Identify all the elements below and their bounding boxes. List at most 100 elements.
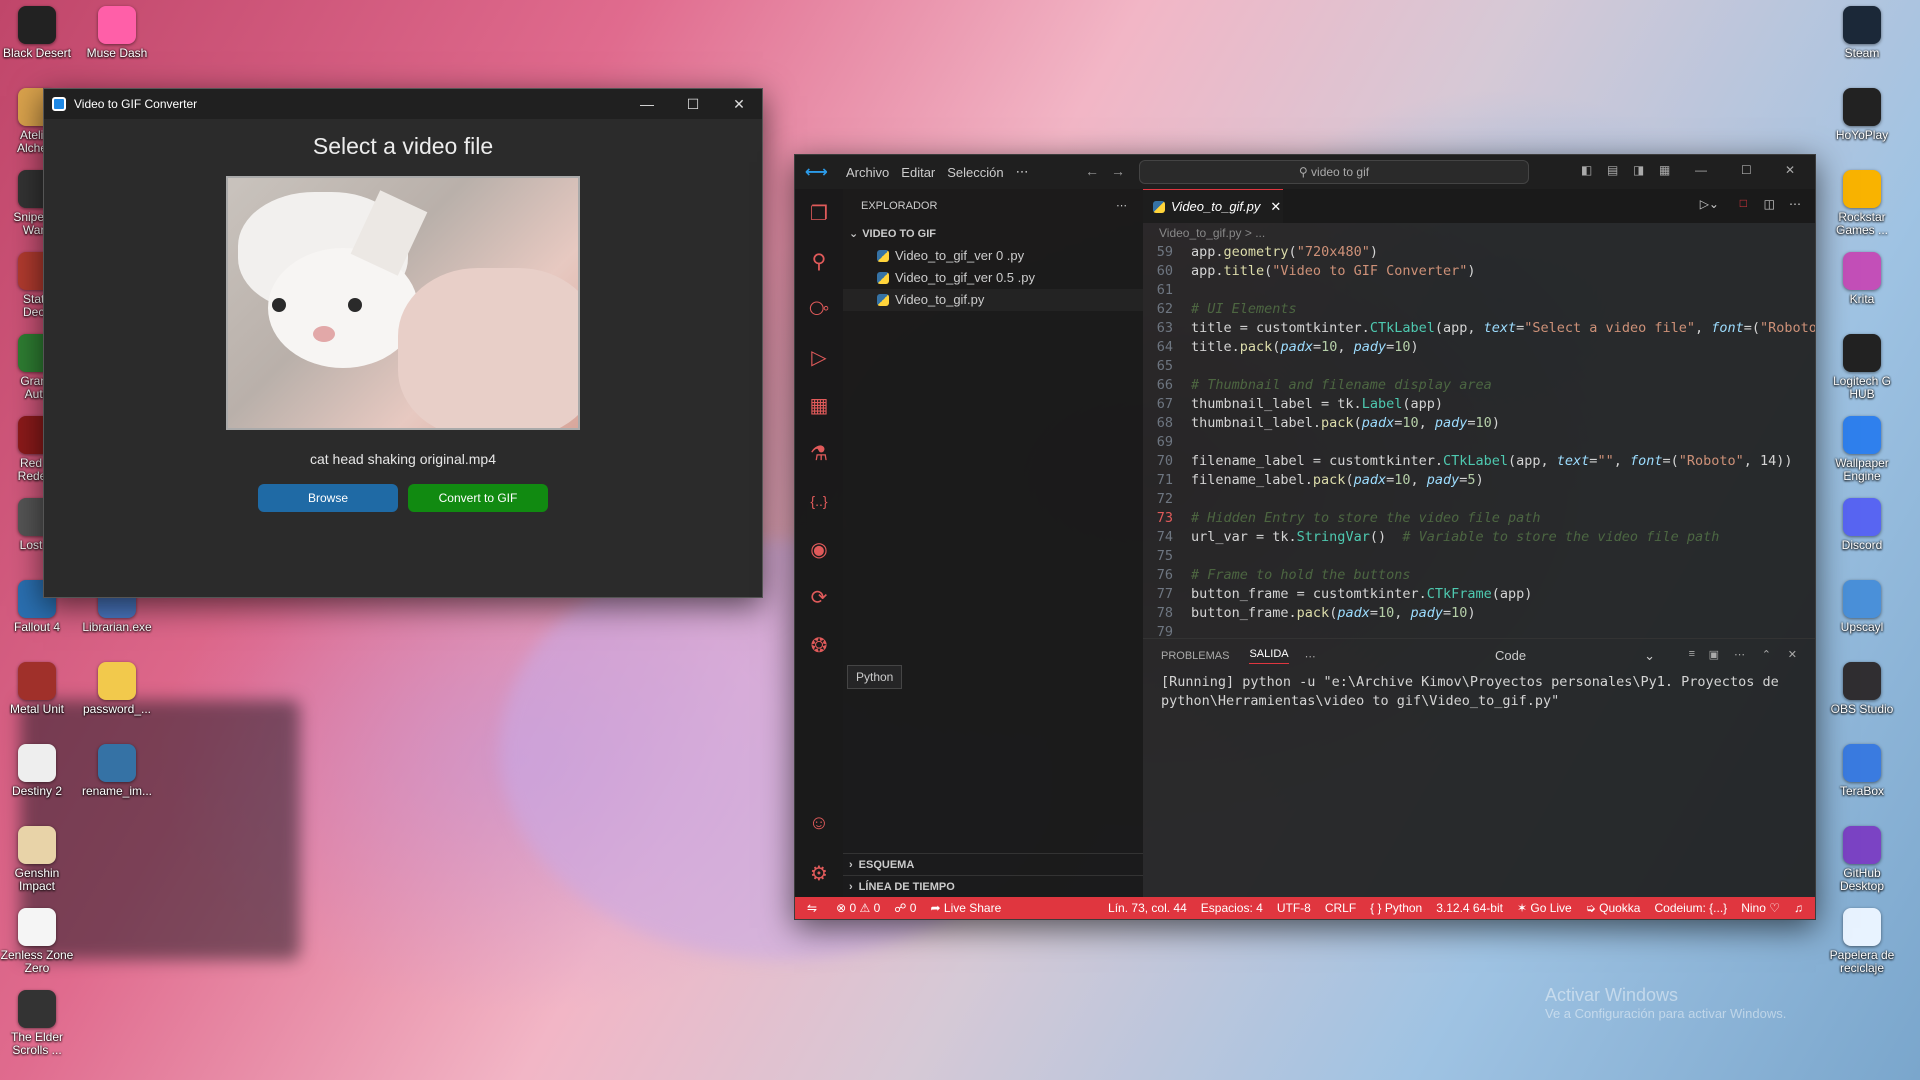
code-line[interactable]: 70 filename_label = customtkinter.CTkLabe…: [1143, 452, 1815, 471]
folder-video-to-gif[interactable]: ⌄ VIDEO TO GIF: [843, 223, 1143, 245]
explorer-icon[interactable]: ❐: [795, 189, 843, 237]
code-line[interactable]: 67 thumbnail_label = tk.Label(app): [1143, 395, 1815, 414]
indentation[interactable]: Espacios: 4: [1194, 901, 1270, 915]
browse-button[interactable]: Browse: [258, 484, 398, 512]
customize-layout-icon[interactable]: ▦: [1659, 163, 1670, 177]
desktop-icon[interactable]: GitHub Desktop: [1822, 826, 1902, 893]
gif-window-titlebar[interactable]: Video to GIF Converter — ☐ ✕: [44, 89, 762, 119]
desktop-icon[interactable]: Krita: [1822, 252, 1902, 306]
remote-icon[interactable]: ⟳: [795, 573, 843, 621]
file-item[interactable]: Video_to_gif_ver 0 .py: [843, 245, 1143, 267]
tab-close-icon[interactable]: ✕: [1270, 199, 1281, 215]
remote-indicator-icon[interactable]: ⇋: [795, 901, 829, 915]
user-status[interactable]: Nino ♡: [1734, 901, 1787, 915]
convert-to-gif-button[interactable]: Convert to GIF: [408, 484, 548, 512]
code-line[interactable]: 76 # Frame to hold the buttons: [1143, 566, 1815, 585]
codeium-status[interactable]: Codeium: {...}: [1647, 901, 1734, 915]
desktop-icon[interactable]: Wallpaper Engine: [1822, 416, 1902, 483]
editor-more-icon[interactable]: ⋯: [1789, 197, 1801, 211]
menu-editar[interactable]: Editar: [895, 165, 941, 180]
python-interpreter[interactable]: 3.12.4 64-bit: [1429, 901, 1510, 915]
outline-section[interactable]: › ESQUEMA: [843, 853, 1143, 875]
split-editor-icon[interactable]: ◫: [1764, 197, 1775, 211]
close-icon[interactable]: ✕: [1785, 163, 1795, 177]
desktop-icon[interactable]: Black Desert: [0, 6, 77, 60]
go-live-status[interactable]: ✶ Go Live: [1510, 901, 1579, 915]
code-line[interactable]: 78 button_frame.pack(padx=10, pady=10): [1143, 604, 1815, 623]
desktop-icon[interactable]: rename_im...: [77, 744, 157, 798]
desktop-icon[interactable]: Rockstar Games ...: [1822, 170, 1902, 237]
code-line[interactable]: 77 button_frame = customtkinter.CTkFrame(…: [1143, 585, 1815, 604]
toggle-secondary-sidebar-icon[interactable]: ◨: [1633, 163, 1644, 177]
extensions-icon[interactable]: ▦: [795, 381, 843, 429]
code-line[interactable]: 65: [1143, 357, 1815, 376]
desktop-icon[interactable]: HoYoPlay: [1822, 88, 1902, 142]
code-line[interactable]: 74 url_var = tk.StringVar() # Variable to…: [1143, 528, 1815, 547]
code-line[interactable]: 63 title = customtkinter.CTkLabel(app, te…: [1143, 319, 1815, 338]
desktop-icon[interactable]: Metal Unit: [0, 662, 77, 716]
timeline-section[interactable]: › LÍNEA DE TIEMPO: [843, 875, 1143, 897]
menu-archivo[interactable]: Archivo: [840, 165, 895, 180]
run-icon[interactable]: ▷⌄: [1700, 197, 1719, 211]
testing-icon[interactable]: ⚗: [795, 429, 843, 477]
desktop-icon[interactable]: Papelera de reciclaje: [1822, 908, 1902, 975]
cursor-position[interactable]: Lín. 73, col. 44: [1101, 901, 1194, 915]
code-line[interactable]: 75: [1143, 547, 1815, 566]
language-mode[interactable]: { } Python: [1363, 901, 1429, 915]
panel-more-icon[interactable]: ⋯: [1305, 650, 1316, 663]
desktop-icon[interactable]: Genshin Impact: [0, 826, 77, 893]
quokka-status[interactable]: ➭ Quokka: [1579, 901, 1648, 915]
encoding[interactable]: UTF-8: [1270, 901, 1318, 915]
settings-gear-icon[interactable]: ⚙: [795, 849, 843, 897]
code-line[interactable]: 79: [1143, 623, 1815, 638]
toggle-sidebar-icon[interactable]: ◧: [1581, 163, 1592, 177]
code-line[interactable]: 68 thumbnail_label.pack(padx=10, pady=10): [1143, 414, 1815, 433]
file-item[interactable]: Video_to_gif_ver 0.5 .py: [843, 267, 1143, 289]
code-editor[interactable]: 59 app.geometry("720x480") 60 app.title("Vi…: [1143, 243, 1815, 638]
file-item-active[interactable]: Video_to_gif.py: [843, 289, 1143, 311]
desktop-icon[interactable]: password_...: [77, 662, 157, 716]
github-icon[interactable]: ◉: [795, 525, 843, 573]
panel-more-icon[interactable]: ⋯: [1734, 648, 1745, 661]
maximize-icon[interactable]: ☐: [1741, 163, 1752, 177]
desktop-icon[interactable]: Discord: [1822, 498, 1902, 552]
maximize-panel-icon[interactable]: ⌃: [1762, 648, 1771, 661]
output-channel-select[interactable]: Code ⌄: [1495, 645, 1655, 667]
code-line[interactable]: 66 # Thumbnail and filename display area: [1143, 376, 1815, 395]
live-share-status[interactable]: ➦ Live Share: [923, 901, 1008, 915]
desktop-icon[interactable]: TeraBox: [1822, 744, 1902, 798]
back-arrow-icon[interactable]: ←: [1085, 163, 1099, 179]
search-icon[interactable]: ⚲: [795, 237, 843, 285]
explorer-more-icon[interactable]: ⋯: [1116, 189, 1127, 223]
source-control-icon[interactable]: ⧂: [795, 285, 843, 333]
account-icon[interactable]: ☺: [795, 799, 843, 847]
stop-icon[interactable]: □: [1740, 196, 1747, 210]
close-panel-icon[interactable]: ✕: [1788, 648, 1797, 661]
problems-status[interactable]: ⊗ 0 ⚠ 0: [829, 901, 887, 915]
code-line[interactable]: 59 app.geometry("720x480"): [1143, 243, 1815, 262]
ports-status[interactable]: ☍ 0: [887, 901, 923, 915]
code-line[interactable]: 62 # UI Elements: [1143, 300, 1815, 319]
maximize-icon[interactable]: ☐: [670, 89, 716, 119]
code-line[interactable]: 71 filename_label.pack(padx=10, pady=5): [1143, 471, 1815, 490]
code-line[interactable]: 61: [1143, 281, 1815, 300]
line-endings[interactable]: CRLF: [1318, 901, 1363, 915]
menu-more-icon[interactable]: ⋯: [1010, 164, 1035, 180]
desktop-icon[interactable]: OBS Studio: [1822, 662, 1902, 716]
desktop-icon[interactable]: Steam: [1822, 6, 1902, 60]
code-line[interactable]: 60 app.title("Video to GIF Converter"): [1143, 262, 1815, 281]
code-line[interactable]: 72: [1143, 490, 1815, 509]
close-icon[interactable]: ✕: [716, 89, 762, 119]
minimize-icon[interactable]: —: [624, 89, 670, 119]
tab-problemas[interactable]: PROBLEMAS: [1161, 650, 1229, 662]
menu-seleccion[interactable]: Selección: [941, 165, 1009, 180]
desktop-icon[interactable]: Destiny 2: [0, 744, 77, 798]
minimize-icon[interactable]: —: [1695, 163, 1707, 177]
code-line[interactable]: 73 # Hidden Entry to store the video file…: [1143, 509, 1815, 528]
forward-arrow-icon[interactable]: →: [1111, 163, 1125, 179]
desktop-icon[interactable]: The Elder Scrolls ...: [0, 990, 77, 1057]
clear-output-icon[interactable]: ≡: [1689, 648, 1695, 660]
notifications-bell-icon[interactable]: ♫: [1787, 901, 1815, 915]
desktop-icon[interactable]: Logitech G HUB: [1822, 334, 1902, 401]
run-debug-icon[interactable]: ▷: [795, 333, 843, 381]
